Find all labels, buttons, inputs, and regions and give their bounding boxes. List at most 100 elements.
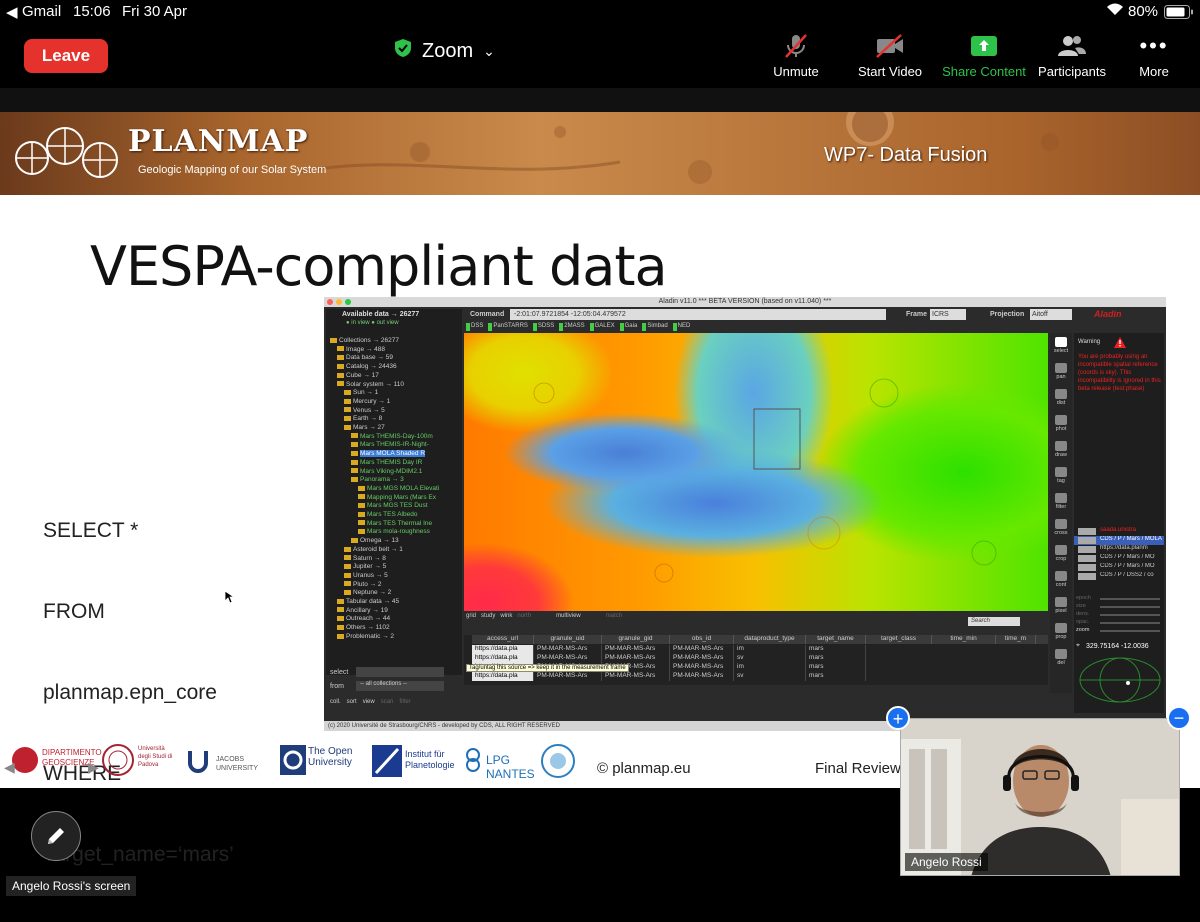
- tree-item[interactable]: Pluto → 2: [344, 581, 382, 588]
- tree-item[interactable]: Omega → 13: [351, 537, 399, 544]
- grid-button[interactable]: grid: [466, 613, 476, 627]
- tree-item[interactable]: Asteroid belt → 1: [344, 546, 403, 553]
- tool-tag-button[interactable]: tag: [1050, 465, 1072, 489]
- tool-draw-button[interactable]: draw: [1050, 439, 1072, 463]
- tool-pixel-button[interactable]: pixel: [1050, 595, 1072, 619]
- tree-item[interactable]: Catalog → 24436: [337, 363, 397, 370]
- back-arrow-icon[interactable]: ◀: [6, 3, 18, 21]
- tree-item[interactable]: Saturn → 8: [344, 555, 386, 562]
- survey-button[interactable]: Gaia: [619, 323, 637, 331]
- tree-item[interactable]: Mars MGS MOLA Elevati: [358, 485, 439, 492]
- column-header[interactable]: granule_gid: [602, 635, 670, 644]
- select-input[interactable]: [356, 667, 444, 677]
- north-button[interactable]: north: [517, 613, 531, 627]
- tree-item[interactable]: Tabular data → 45: [337, 598, 399, 605]
- layer-item[interactable]: CDS / P / DSS2 / co: [1074, 572, 1164, 581]
- tree-item[interactable]: Mars Viking-MDIM2.1: [351, 468, 422, 475]
- participant-video[interactable]: Angelo Rossi: [900, 718, 1180, 876]
- tree-item[interactable]: Data base → 59: [337, 354, 393, 361]
- tree-item[interactable]: Uranus → 5: [344, 572, 388, 579]
- leave-button[interactable]: Leave: [24, 39, 108, 73]
- tool-dist-button[interactable]: dist: [1050, 387, 1072, 411]
- tree-item[interactable]: Mars TES Albedo: [358, 511, 417, 518]
- start-video-button[interactable]: Start Video: [840, 32, 940, 79]
- tree-item[interactable]: Neptune → 2: [344, 589, 391, 596]
- slider-control[interactable]: dens.: [1074, 611, 1164, 619]
- tree-item[interactable]: Mars mola-roughness: [358, 528, 430, 535]
- tree-item[interactable]: Others → 1102: [337, 624, 390, 631]
- tree-item[interactable]: Problematic → 2: [337, 633, 394, 640]
- projection-select[interactable]: Aitoff: [1030, 309, 1072, 320]
- column-header[interactable]: obs_id: [670, 635, 734, 644]
- tool-cont-button[interactable]: cont: [1050, 569, 1072, 593]
- tool-cross-button[interactable]: cross: [1050, 517, 1072, 541]
- tool-del-button[interactable]: del: [1050, 647, 1072, 671]
- layer-item[interactable]: CDS / P / Mars / MOLA: [1074, 536, 1164, 545]
- tool-prop-button[interactable]: prop: [1050, 621, 1072, 645]
- minimize-window-icon[interactable]: [336, 299, 342, 305]
- table-row[interactable]: https://data.plaPM-MAR-MS-ArsPM-MAR-MS-A…: [472, 672, 866, 681]
- table-row[interactable]: https://data.plaPM-MAR-MS-ArsPM-MAR-MS-A…: [472, 654, 866, 663]
- maximize-window-icon[interactable]: [345, 299, 351, 305]
- survey-button[interactable]: Simbad: [642, 323, 668, 331]
- layer-item[interactable]: https://data.planm: [1074, 545, 1164, 554]
- tree-item[interactable]: Solar system → 110: [337, 381, 404, 388]
- coll-button[interactable]: coll.: [330, 699, 341, 721]
- frame-select[interactable]: ICRS: [930, 309, 966, 320]
- tree-item[interactable]: Earth → 8: [344, 415, 382, 422]
- next-slide-icon[interactable]: ▶: [88, 759, 99, 776]
- slider-control[interactable]: epoch: [1074, 595, 1164, 603]
- unmute-button[interactable]: Unmute: [746, 32, 846, 79]
- column-header[interactable]: time_min: [932, 635, 996, 644]
- survey-button[interactable]: 2MASS: [559, 323, 585, 331]
- study-button[interactable]: study: [481, 613, 495, 627]
- wink-button[interactable]: wink: [500, 613, 512, 627]
- survey-button[interactable]: PanSTARRS: [488, 323, 528, 331]
- share-content-button[interactable]: Share Content: [934, 32, 1034, 79]
- prev-slide-icon[interactable]: ◀: [4, 759, 15, 776]
- tree-item[interactable]: Panorama → 3: [351, 476, 404, 483]
- survey-button[interactable]: SDSS: [532, 323, 554, 331]
- back-app-label[interactable]: Gmail: [22, 3, 61, 20]
- layer-item[interactable]: saada.unistra: [1074, 527, 1164, 536]
- tree-item[interactable]: Outreach → 44: [337, 615, 390, 622]
- match-button[interactable]: match: [606, 613, 622, 627]
- column-header[interactable]: granule_uid: [534, 635, 602, 644]
- tool-pan-button[interactable]: pan: [1050, 361, 1072, 385]
- tree-item[interactable]: Mapping Mars (Mars Ex: [358, 494, 436, 501]
- tree-item[interactable]: Mars → 27: [344, 424, 385, 431]
- scan-button[interactable]: scan: [381, 699, 394, 721]
- minimize-video-button[interactable]: −: [1167, 706, 1191, 730]
- tool-filter-button[interactable]: filter: [1050, 491, 1072, 515]
- tree-item[interactable]: Image → 488: [337, 346, 385, 353]
- search-input[interactable]: Search: [968, 617, 1020, 626]
- tree-item[interactable]: Mars THEMIS-IR-Night-: [351, 441, 429, 448]
- slider-control[interactable]: opac.: [1074, 619, 1164, 627]
- tree-item[interactable]: Mars THEMIS-Day-100m: [351, 433, 433, 440]
- survey-button[interactable]: GALEX: [589, 323, 615, 331]
- tree-item[interactable]: Jupiter → 5: [344, 563, 386, 570]
- column-header[interactable]: access_url: [472, 635, 534, 644]
- tree-item[interactable]: Ancillary → 19: [337, 607, 388, 614]
- zoom-title[interactable]: Zoom ⌄: [394, 38, 495, 64]
- tool-phot-button[interactable]: phot: [1050, 413, 1072, 437]
- view-button[interactable]: view: [363, 699, 375, 721]
- more-button[interactable]: ••• More: [1104, 32, 1200, 79]
- sky-globe[interactable]: [1078, 655, 1162, 707]
- column-header[interactable]: dataproduct_type: [734, 635, 806, 644]
- multiview-button[interactable]: multiview: [556, 613, 581, 627]
- survey-button[interactable]: NED: [672, 323, 690, 331]
- tree-item[interactable]: Collections → 26277: [330, 337, 399, 344]
- layer-item[interactable]: CDS / P / Mars / MO: [1074, 554, 1164, 563]
- annotate-button[interactable]: [31, 811, 81, 861]
- mars-map-view[interactable]: [464, 333, 1048, 611]
- column-header[interactable]: target_class: [866, 635, 932, 644]
- survey-button[interactable]: DSS: [466, 323, 483, 331]
- tool-crop-button[interactable]: crop: [1050, 543, 1072, 567]
- tree-item[interactable]: Venus → 5: [344, 407, 385, 414]
- tree-item[interactable]: Mars THEMIS Day IR: [351, 459, 422, 466]
- column-header[interactable]: target_name: [806, 635, 866, 644]
- tool-select-button[interactable]: select: [1050, 335, 1072, 359]
- table-row[interactable]: https://data.plaPM-MAR-MS-ArsPM-MAR-MS-A…: [472, 645, 866, 654]
- expand-video-button[interactable]: +: [886, 706, 910, 730]
